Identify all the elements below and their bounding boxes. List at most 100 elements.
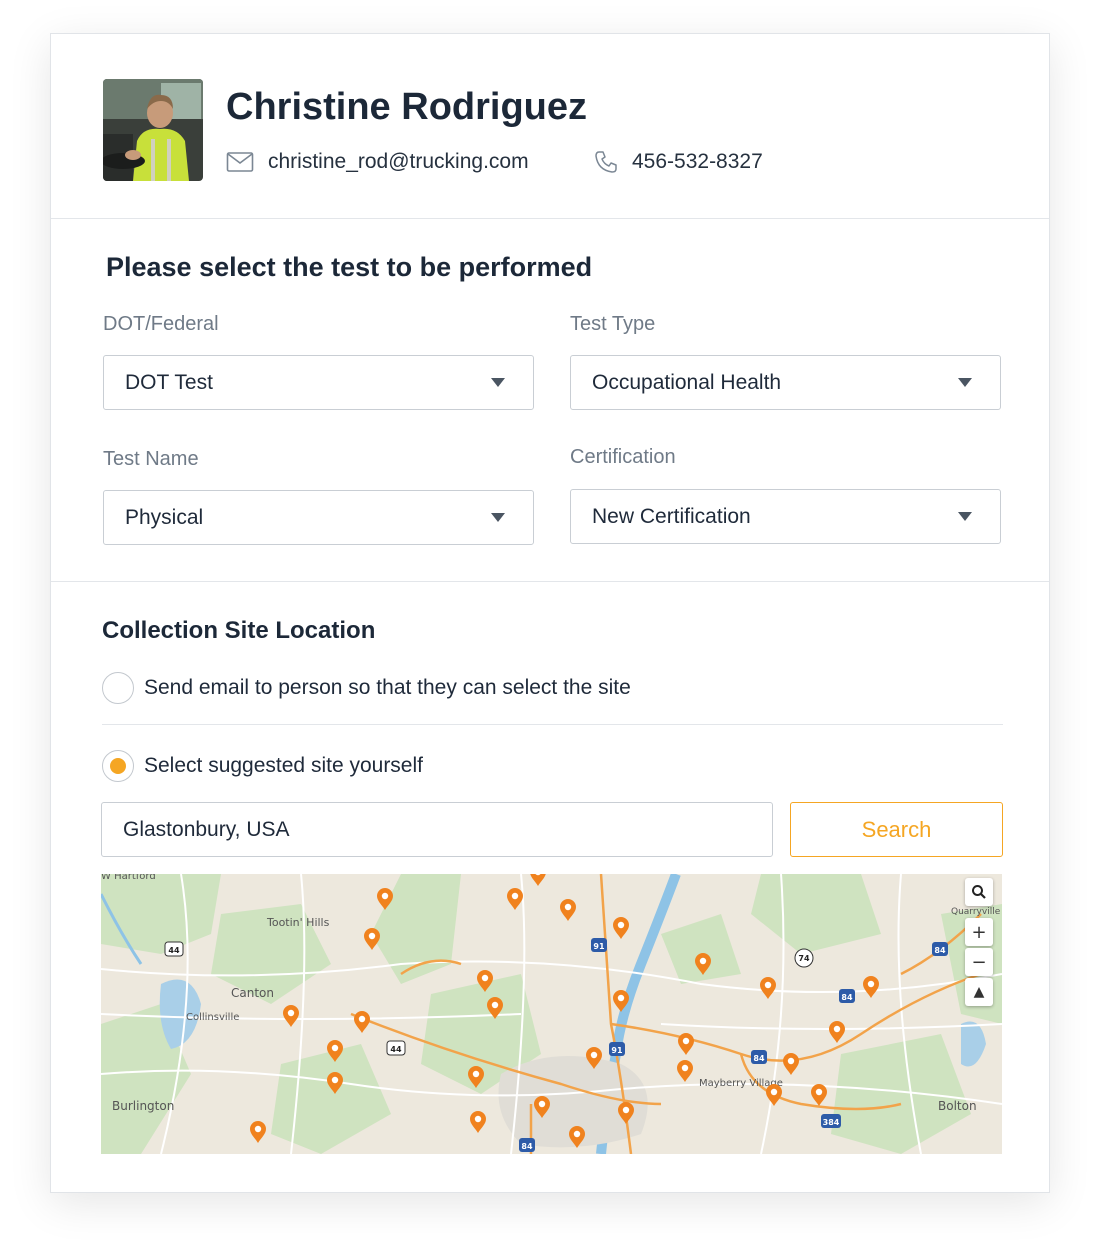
map-compass-button[interactable]: ▲ [965,978,993,1006]
certification-label: Certification [570,446,676,468]
map-search-button[interactable] [965,878,993,906]
radio-dot [110,758,126,774]
map-pin-center [472,1070,480,1078]
divider [102,724,1003,725]
map-pin-center [617,921,625,929]
map-label-tootin-hills: Tootin' Hills [266,916,330,929]
map-pin-center [538,1100,546,1108]
route-shield-44: 44 [164,941,184,957]
svg-text:84: 84 [841,993,853,1002]
route-shield-84: 84 [751,1050,767,1064]
caret-down-icon [958,512,972,521]
test-name-select[interactable]: Physical [103,490,534,545]
phone-icon [594,150,618,174]
dot-federal-select[interactable]: DOT Test [103,355,534,410]
email-contact[interactable]: christine_rod@trucking.com [226,150,529,174]
map-pin-center [573,1130,581,1138]
dot-federal-label: DOT/Federal [103,313,219,335]
booking-card: Christine Rodriguez christine_rod@trucki… [50,33,1050,1193]
radio-button-unselected[interactable] [102,672,134,704]
svg-text:84: 84 [934,946,946,955]
map-pin-center [381,892,389,900]
svg-text:84: 84 [753,1054,765,1063]
map-label-bolton: Bolton [938,1099,977,1113]
location-section-title: Collection Site Location [102,617,376,644]
phone-text: 456-532-8327 [632,150,763,173]
map-pin-center [833,1025,841,1033]
map-zoom-in-button[interactable]: + [965,918,993,946]
map-pin-center [511,892,519,900]
map-label-burlington: Burlington [112,1099,174,1113]
map-pin-center [358,1015,366,1023]
map-pin-center [699,957,707,965]
route-shield-84: 84 [839,989,855,1003]
svg-text:91: 91 [593,942,605,951]
route-shield-74: 74 [794,948,814,968]
map-pin-center [254,1125,262,1133]
magnifier-icon [972,885,986,899]
test-type-value: Occupational Health [592,370,782,394]
map-pin-center [474,1115,482,1123]
map-pin-center [867,980,875,988]
map-label-w-hartford: W Hartford [101,874,156,882]
map-pin-center [564,903,572,911]
certification-value: New Certification [592,504,751,528]
route-shield-91: 91 [609,1042,625,1056]
route-shield-44: 44 [386,1040,406,1056]
map-label-quarryville: Quarryville [951,907,1001,917]
svg-text:91: 91 [611,1046,623,1055]
email-text: christine_rod@trucking.com [268,150,529,173]
map-pin-center [617,994,625,1002]
route-shield-384: 384 [821,1114,841,1128]
map-pin-center [481,974,489,982]
dot-federal-value: DOT Test [125,370,213,394]
test-name-label: Test Name [103,448,199,470]
map-pin-center [815,1088,823,1096]
svg-text:44: 44 [390,1045,402,1054]
map-pin-center [368,932,376,940]
test-section-title: Please select the test to be performed [106,252,593,282]
map-pin-center [331,1044,339,1052]
radio-option-email[interactable]: Send email to person so that they can se… [102,672,631,704]
map-pin-center [681,1064,689,1072]
divider [51,218,1049,219]
search-button[interactable]: Search [790,802,1003,857]
phone-contact[interactable]: 456-532-8327 [594,150,763,174]
radio-option-email-label: Send email to person so that they can se… [144,676,631,699]
map-view[interactable]: Tootin' Hills Canton Collinsville Burlin… [101,874,1002,1154]
test-type-select[interactable]: Occupational Health [570,355,1001,410]
route-shield-84: 84 [519,1138,535,1152]
svg-text:44: 44 [168,946,180,955]
svg-text:74: 74 [798,954,810,963]
radio-option-self[interactable]: Select suggested site yourself [102,750,423,782]
location-search-value: Glastonbury, USA [123,817,290,841]
test-name-value: Physical [125,505,204,529]
map-label-canton: Canton [231,986,274,1000]
map-pin-center [590,1051,598,1059]
map-pin-center [787,1057,795,1065]
caret-down-icon [491,513,505,522]
map-pin-center [622,1106,630,1114]
map-pin-center [491,1001,499,1009]
map-pin-center [682,1037,690,1045]
route-shield-91: 91 [591,938,607,952]
certification-select[interactable]: New Certification [570,489,1001,544]
map-zoom-out-button[interactable]: − [965,948,993,976]
map-label-collinsville: Collinsville [186,1012,239,1023]
radio-option-self-label: Select suggested site yourself [144,754,423,777]
avatar [103,79,203,181]
caret-down-icon [958,378,972,387]
map-pin-center [331,1076,339,1084]
map-pin-center [287,1009,295,1017]
svg-text:384: 384 [823,1118,840,1127]
svg-text:84: 84 [521,1142,533,1151]
location-search-input[interactable]: Glastonbury, USA [101,802,773,857]
caret-down-icon [491,378,505,387]
map-pin-center [770,1088,778,1096]
test-type-label: Test Type [570,313,656,335]
radio-button-selected[interactable] [102,750,134,782]
map-pin-center [764,981,772,989]
envelope-icon [226,151,254,173]
map-canvas[interactable]: Tootin' Hills Canton Collinsville Burlin… [101,874,1002,1154]
divider [51,581,1049,582]
